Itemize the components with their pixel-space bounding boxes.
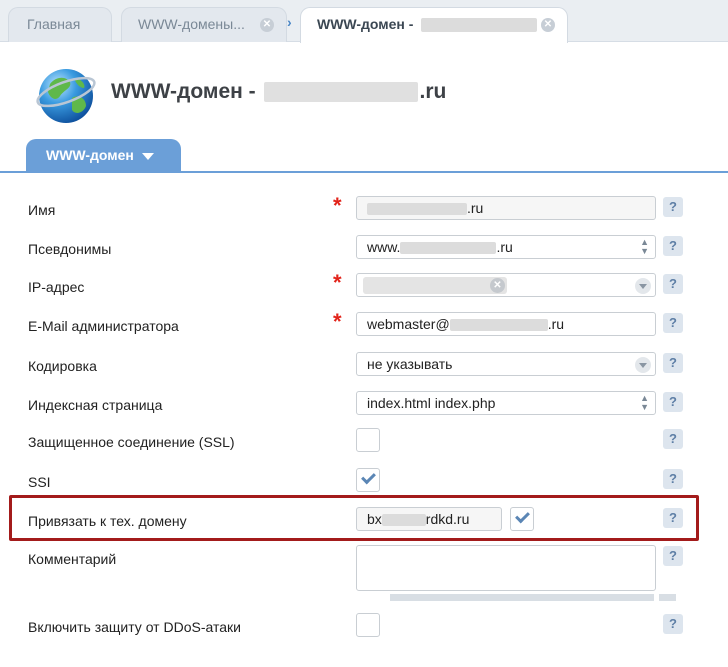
- help-icon[interactable]: ?: [663, 353, 683, 373]
- aliases-field[interactable]: www. .ru ▲ ▼: [356, 235, 656, 259]
- label-email: E-Mail администратора: [28, 318, 179, 334]
- help-icon[interactable]: ?: [663, 429, 683, 449]
- tab-www-domains[interactable]: WWW-домены... ✕: [121, 7, 287, 42]
- ip-chip[interactable]: ✕: [363, 277, 507, 294]
- tab-www-domain-active[interactable]: WWW-домен - ✕: [300, 7, 568, 43]
- tab-active-label: WWW-домен -: [317, 16, 414, 32]
- tab-home[interactable]: Главная: [8, 7, 112, 42]
- globe-icon: [36, 69, 96, 123]
- section-tab-www-domain[interactable]: WWW-домен: [26, 139, 181, 172]
- tab-bar: Главная WWW-домены... ✕ › WWW-домен - ✕: [0, 0, 728, 43]
- name-suffix: .ru: [467, 200, 484, 216]
- email-suffix: .ru: [547, 316, 565, 332]
- row-ip: IP-адрес * ✕ ?: [0, 270, 728, 305]
- label-ssl: Защищенное соединение (SSL): [28, 434, 235, 450]
- help-icon[interactable]: ?: [663, 313, 683, 333]
- chevron-down-icon[interactable]: [635, 278, 651, 294]
- label-encoding: Кодировка: [28, 358, 97, 374]
- label-ip: IP-адрес: [28, 279, 85, 295]
- index-field[interactable]: index.html index.php ▲ ▼: [356, 391, 656, 415]
- row-encoding: Кодировка не указывать ?: [0, 352, 728, 384]
- tech-domain-field[interactable]: bx rdkd.ru: [356, 507, 502, 531]
- chevron-down-icon[interactable]: [635, 357, 651, 373]
- horizontal-scrollbar[interactable]: [390, 594, 654, 601]
- email-prefix: webmaster@: [367, 316, 450, 332]
- checkmark-icon: [515, 508, 530, 524]
- row-tech-domain: Привязать к тех. домену bx rdkd.ru ?: [0, 507, 728, 539]
- redacted-value: [449, 319, 548, 332]
- chevron-right-icon: ›: [287, 14, 292, 30]
- tab-www-domains-label: WWW-домены...: [138, 16, 245, 32]
- encoding-value: не указывать: [367, 356, 453, 372]
- tech-domain-checkbox[interactable]: [510, 507, 534, 531]
- label-aliases: Псевдонимы: [28, 241, 112, 257]
- help-icon[interactable]: ?: [663, 614, 683, 634]
- redacted-value: [381, 514, 426, 527]
- aliases-prefix: www.: [367, 239, 401, 255]
- help-icon[interactable]: ?: [663, 197, 683, 217]
- label-name: Имя: [28, 202, 56, 218]
- checkmark-icon: [361, 469, 376, 485]
- divider: [0, 171, 728, 173]
- help-icon[interactable]: ?: [663, 508, 683, 528]
- page-title-suffix: .ru: [419, 80, 447, 103]
- redacted-value: [400, 242, 497, 255]
- scrollbar-end: [659, 594, 676, 601]
- resize-arrows-icon[interactable]: ▲ ▼: [640, 394, 649, 412]
- page-title: WWW-домен - .ru: [111, 80, 446, 104]
- redacted-domain: [421, 18, 538, 33]
- redacted-value: [367, 203, 467, 216]
- section-tab-label: WWW-домен: [46, 147, 134, 163]
- remove-icon[interactable]: ✕: [490, 278, 505, 293]
- row-ddos: Включить защиту от DDoS-атаки ?: [0, 613, 728, 645]
- help-icon[interactable]: ?: [663, 236, 683, 256]
- ddos-checkbox[interactable]: [356, 613, 380, 637]
- row-ssl: Защищенное соединение (SSL) ?: [0, 428, 728, 460]
- redacted-domain: [263, 82, 418, 103]
- label-index: Индексная страница: [28, 397, 163, 413]
- required-mark: *: [333, 193, 342, 218]
- label-comment: Комментарий: [28, 551, 117, 567]
- label-tech-domain: Привязать к тех. домену: [28, 513, 187, 529]
- page-title-prefix: WWW-домен -: [111, 80, 256, 103]
- required-mark: *: [333, 270, 342, 295]
- close-icon[interactable]: ✕: [541, 18, 555, 32]
- encoding-select[interactable]: не указывать: [356, 352, 656, 376]
- help-icon[interactable]: ?: [663, 274, 683, 294]
- comment-textarea[interactable]: [356, 545, 656, 591]
- help-icon[interactable]: ?: [663, 392, 683, 412]
- help-icon[interactable]: ?: [663, 469, 683, 489]
- help-icon[interactable]: ?: [663, 546, 683, 566]
- close-icon[interactable]: ✕: [260, 18, 274, 32]
- resize-arrows-icon[interactable]: ▲ ▼: [640, 238, 649, 256]
- row-name: Имя * .ru ?: [0, 193, 728, 228]
- ssl-checkbox[interactable]: [356, 428, 380, 452]
- label-ddos: Включить защиту от DDoS-атаки: [28, 619, 241, 635]
- label-ssi: SSI: [28, 474, 51, 490]
- row-index: Индексная страница index.html index.php …: [0, 391, 728, 423]
- ip-select[interactable]: ✕: [356, 273, 656, 297]
- tab-home-label: Главная: [27, 16, 81, 32]
- ssi-checkbox[interactable]: [356, 468, 380, 492]
- tech-domain-suffix: rdkd.ru: [425, 511, 470, 527]
- caret-down-icon: [141, 152, 154, 160]
- tech-domain-prefix: bx: [367, 511, 382, 527]
- row-aliases: Псевдонимы www. .ru ▲ ▼ ?: [0, 235, 728, 267]
- row-email: E-Mail администратора * webmaster@ .ru ?: [0, 309, 728, 344]
- name-field[interactable]: .ru: [356, 196, 656, 220]
- required-mark: *: [333, 309, 342, 334]
- email-field[interactable]: webmaster@ .ru: [356, 312, 656, 336]
- index-value: index.html index.php: [367, 395, 496, 411]
- aliases-suffix: .ru: [496, 239, 513, 255]
